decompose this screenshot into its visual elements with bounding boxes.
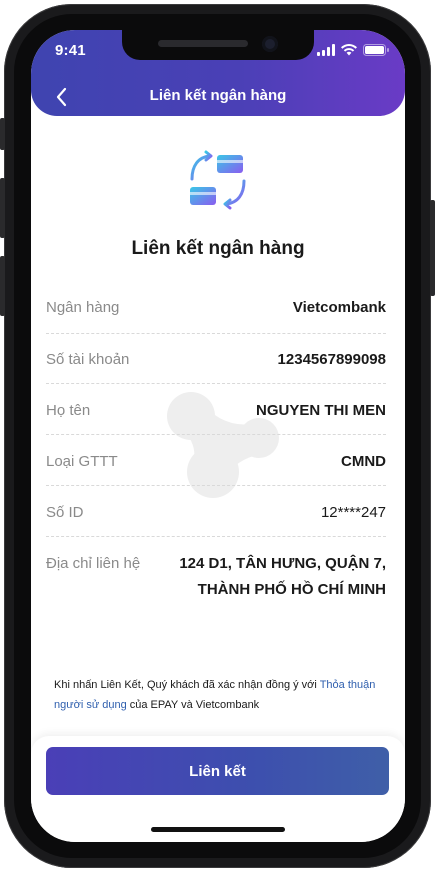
- device-notch: [122, 30, 314, 60]
- terms-text: Khi nhấn Liên Kết, Quý khách đã xác nhận…: [54, 679, 320, 691]
- row-value: NGUYEN THI MEN: [255, 402, 386, 419]
- row-value: Vietcombank: [292, 299, 386, 316]
- row-value-line-1: 124 D1, TÂN HƯNG, QUẬN 7,: [179, 555, 386, 572]
- volume-down-button: [0, 256, 5, 316]
- row-value: 1234567899098: [277, 351, 386, 368]
- row-label: Loại GTTT: [46, 453, 118, 470]
- home-indicator: [151, 827, 285, 832]
- section-heading: Liên kết ngân hàng: [131, 238, 305, 259]
- power-button: [430, 200, 435, 296]
- row-label: Địa chỉ liên hệ: [46, 555, 141, 572]
- info-row-id-type: Loại GTTT CMND: [46, 434, 386, 486]
- wifi-icon: [341, 44, 357, 56]
- mute-switch: [0, 118, 5, 150]
- speaker-grille: [158, 40, 248, 47]
- terms-text-suffix: của EPAY và Vietcombank: [126, 699, 260, 711]
- card-link-icon: [190, 150, 246, 210]
- front-camera: [262, 36, 278, 52]
- page-title: Liên kết ngân hàng: [149, 87, 287, 104]
- info-row-full-name: Họ tên NGUYEN THI MEN: [46, 383, 386, 435]
- status-icons: [317, 44, 389, 56]
- status-time: 9:41: [55, 42, 86, 59]
- row-value: 12****247: [320, 504, 386, 521]
- row-value: CMND: [341, 453, 386, 470]
- link-account-button[interactable]: Liên kết: [46, 747, 389, 795]
- info-row-account-number: Số tài khoản 1234567899098: [46, 333, 386, 384]
- row-label: Số ID: [46, 504, 84, 521]
- volume-up-button: [0, 178, 5, 238]
- battery-icon: [363, 44, 389, 56]
- cellular-signal-icon: [317, 44, 335, 56]
- row-label: Họ tên: [46, 402, 91, 419]
- row-label: Số tài khoản: [46, 351, 130, 368]
- app-screen: 9:41 Liên kết ngân hàng Liên kết ngân hà…: [31, 30, 405, 842]
- row-label: Ngân hàng: [46, 299, 120, 316]
- row-value-line-2: THÀNH PHỐ HỒ CHÍ MINH: [197, 581, 386, 598]
- info-row-bank: Ngân hàng Vietcombank: [46, 286, 386, 334]
- info-row-id-number: Số ID 12****247: [46, 485, 386, 537]
- terms-notice: Khi nhấn Liên Kết, Quý khách đã xác nhận…: [54, 675, 384, 715]
- info-row-address: Địa chỉ liên hệ 124 D1, TÂN HƯNG, QUẬN 7…: [46, 536, 386, 602]
